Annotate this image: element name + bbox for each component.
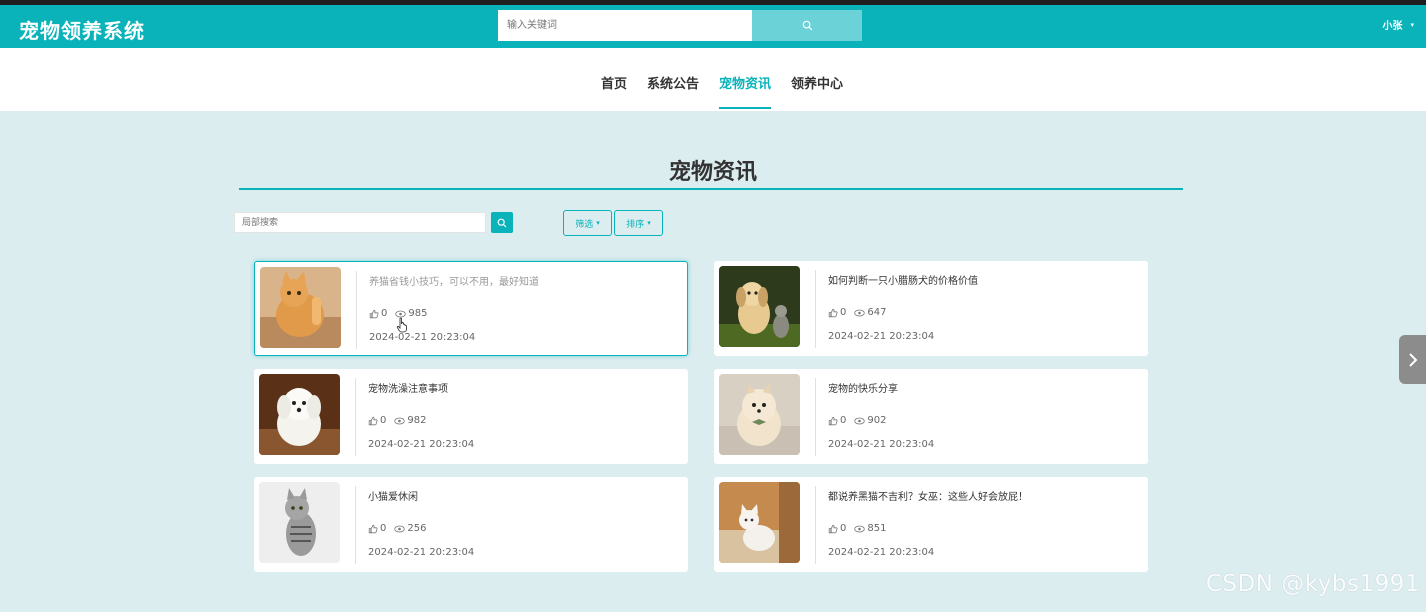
main-navigation: 首页 系统公告 宠物资讯 领养中心 <box>0 48 1426 111</box>
article-title[interactable]: 宠物的快乐分享 <box>828 380 898 395</box>
like-count[interactable]: 0 <box>828 307 846 318</box>
like-count[interactable]: 0 <box>828 523 846 534</box>
sort-dropdown-button[interactable]: 排序 ▾ <box>614 210 663 236</box>
thumbs-up-icon <box>368 524 378 533</box>
article-card[interactable]: 如何判断一只小腊肠犬的价格价值 0 647 2024-02-21 20:23:0… <box>714 261 1148 356</box>
article-title[interactable]: 都说养黑猫不吉利？女巫：这些人好会放屁！ <box>828 488 1028 503</box>
article-date: 2024-02-21 20:23:04 <box>368 547 475 558</box>
eye-icon <box>854 525 866 532</box>
nav-item-home[interactable]: 首页 <box>601 73 627 92</box>
sort-label: 排序 <box>626 219 645 230</box>
page-title: 宠物资讯 <box>668 160 757 185</box>
watermark: CSDN @kybs1991 <box>1205 571 1420 597</box>
view-count: 256 <box>394 523 426 534</box>
article-date: 2024-02-21 20:23:04 <box>828 439 935 450</box>
thumbs-up-icon <box>828 308 838 317</box>
tabby-cat-photo[interactable] <box>259 482 340 563</box>
header-bar: 宠物领养系统 小张 ▾ <box>0 5 1426 48</box>
thumbs-up-icon <box>368 416 378 425</box>
eye-icon <box>854 417 866 424</box>
filter-label: 筛选 <box>575 219 594 230</box>
chevron-down-icon: ▾ <box>647 219 651 227</box>
article-card[interactable]: 都说养黑猫不吉利？女巫：这些人好会放屁！ 0 851 2024-02-21 20… <box>714 477 1148 572</box>
like-count[interactable]: 0 <box>828 415 846 426</box>
header-search-button[interactable] <box>752 10 862 41</box>
chevron-down-icon: ▾ <box>596 219 600 227</box>
thumbs-up-icon <box>828 416 838 425</box>
view-count: 647 <box>854 307 886 318</box>
side-expand-button[interactable] <box>1399 335 1426 384</box>
view-count: 851 <box>854 523 886 534</box>
title-underline <box>239 188 1183 190</box>
article-date: 2024-02-21 20:23:04 <box>369 332 476 343</box>
pomeranian-photo[interactable] <box>719 374 800 455</box>
white-maltese-photo[interactable] <box>259 374 340 455</box>
article-date: 2024-02-21 20:23:04 <box>368 439 475 450</box>
nav-item-adoption-center[interactable]: 领养中心 <box>791 73 843 92</box>
view-count: 902 <box>854 415 886 426</box>
article-card[interactable]: 小猫爱休闲 0 256 2024-02-21 20:23:04 <box>254 477 688 572</box>
puppy-and-kitten-photo[interactable] <box>719 266 800 347</box>
like-count[interactable]: 0 <box>368 415 386 426</box>
article-date: 2024-02-21 20:23:04 <box>828 331 935 342</box>
local-search-button[interactable] <box>491 212 513 233</box>
thumbs-up-icon <box>369 309 379 318</box>
article-title[interactable]: 如何判断一只小腊肠犬的价格价值 <box>828 272 978 287</box>
search-icon <box>802 20 812 31</box>
article-date: 2024-02-21 20:23:04 <box>828 547 935 558</box>
article-card[interactable]: 宠物洗澡注意事项 0 982 2024-02-21 20:23:04 <box>254 369 688 464</box>
like-count[interactable]: 0 <box>369 308 387 319</box>
eye-icon <box>394 417 406 424</box>
thumbs-up-icon <box>828 524 838 533</box>
local-search-input[interactable] <box>234 212 486 233</box>
eye-icon <box>394 525 406 532</box>
app-logo-title: 宠物领养系统 <box>19 19 145 43</box>
article-title[interactable]: 小猫爱休闲 <box>368 488 418 503</box>
article-card[interactable]: 宠物的快乐分享 0 902 2024-02-21 20:23:04 <box>714 369 1148 464</box>
view-count: 982 <box>394 415 426 426</box>
article-title[interactable]: 宠物洗澡注意事项 <box>368 380 448 395</box>
eye-icon <box>854 309 866 316</box>
card-divider <box>815 378 816 456</box>
article-card[interactable]: 养猫省钱小技巧，可以不用，最好知道 0 985 2024-02-21 20:23… <box>254 261 688 356</box>
article-title[interactable]: 养猫省钱小技巧，可以不用，最好知道 <box>369 273 539 288</box>
like-count[interactable]: 0 <box>368 523 386 534</box>
chevron-down-icon: ▾ <box>1410 20 1414 29</box>
card-divider <box>355 486 356 564</box>
card-divider <box>356 271 357 349</box>
white-cat-on-step-photo[interactable] <box>719 482 800 563</box>
orange-cat-photo[interactable] <box>260 267 341 348</box>
card-divider <box>815 486 816 564</box>
user-name: 小张 <box>1382 21 1403 32</box>
nav-item-pet-news[interactable]: 宠物资讯 <box>719 73 772 109</box>
search-icon <box>497 218 507 227</box>
card-divider <box>815 270 816 348</box>
nav-item-announcements[interactable]: 系统公告 <box>647 73 699 92</box>
hand-cursor-icon <box>396 317 407 333</box>
filter-dropdown-button[interactable]: 筛选 ▾ <box>563 210 612 236</box>
user-menu[interactable]: 小张 ▾ <box>1382 17 1414 33</box>
header-search-input[interactable] <box>498 10 752 41</box>
chevron-right-icon <box>1408 352 1417 367</box>
card-divider <box>355 378 356 456</box>
